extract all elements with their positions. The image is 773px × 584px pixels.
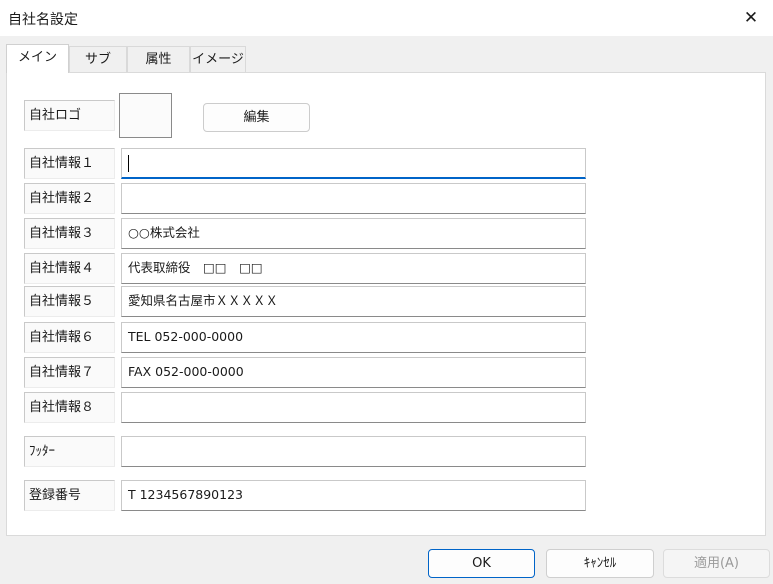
logo-preview[interactable] <box>119 93 172 138</box>
field-label-info2: 自社情報２ <box>24 183 115 214</box>
tab-image[interactable]: イメージ <box>190 46 246 72</box>
field-label-info4: 自社情報４ <box>24 253 115 284</box>
close-icon[interactable]: ✕ <box>739 6 763 30</box>
info3-input[interactable]: ○○株式会社 <box>121 218 586 249</box>
ok-button[interactable]: OK <box>428 549 535 578</box>
field-label-info6: 自社情報６ <box>24 322 115 353</box>
text-caret <box>128 155 129 172</box>
field-label-info1: 自社情報１ <box>24 148 115 179</box>
field-label-footer: ﾌｯﾀｰ <box>24 436 115 467</box>
field-label-info8: 自社情報８ <box>24 392 115 423</box>
tab-sub[interactable]: サブ <box>69 46 127 72</box>
tab-main[interactable]: メイン <box>6 44 69 73</box>
logo-label: 自社ロゴ <box>24 100 115 131</box>
info1-input[interactable] <box>121 148 586 179</box>
edit-logo-button[interactable]: 編集 <box>203 103 310 132</box>
title-bar: 自社名設定 ✕ <box>0 0 773 36</box>
info2-input[interactable] <box>121 183 586 214</box>
info5-input[interactable]: 愛知県名古屋市ＸＸＸＸＸ <box>121 286 586 317</box>
window-title: 自社名設定 <box>8 12 78 28</box>
cancel-button[interactable]: ｷｬﾝｾﾙ <box>546 549 654 578</box>
footer-input[interactable] <box>121 436 586 467</box>
field-label-info7: 自社情報７ <box>24 357 115 388</box>
info4-input[interactable]: 代表取締役 □□ □□ <box>121 253 586 284</box>
field-label-info5: 自社情報５ <box>24 286 115 317</box>
registration-number-input[interactable]: T 1234567890123 <box>121 480 586 511</box>
info7-input[interactable]: FAX 052-000-0000 <box>121 357 586 388</box>
info6-input[interactable]: TEL 052-000-0000 <box>121 322 586 353</box>
field-label-info3: 自社情報３ <box>24 218 115 249</box>
info8-input[interactable] <box>121 392 586 423</box>
field-label-registration-number: 登録番号 <box>24 480 115 511</box>
tab-attributes[interactable]: 属性 <box>127 46 190 72</box>
apply-button[interactable]: 適用(A) <box>663 549 770 578</box>
